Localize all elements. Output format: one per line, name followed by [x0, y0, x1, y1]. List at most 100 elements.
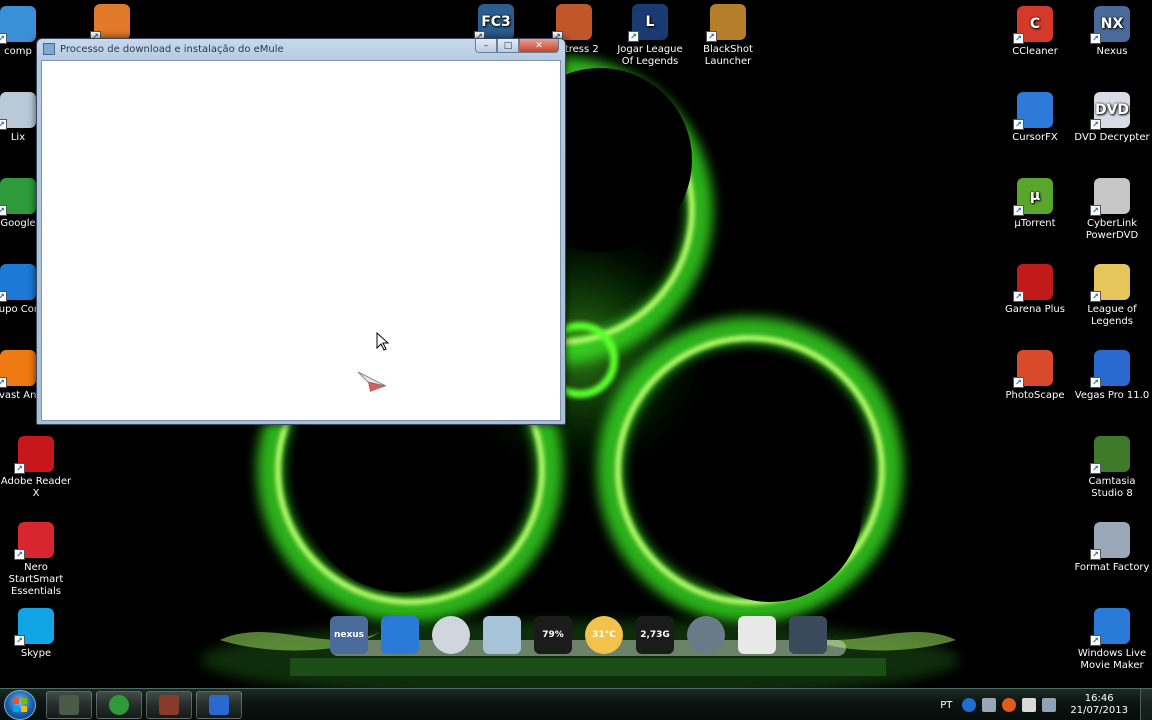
- shortcut-arrow-icon: ↗: [1090, 119, 1101, 130]
- desktop-icon-label: CCleaner: [1012, 46, 1058, 57]
- minimize-button[interactable]: –: [475, 39, 497, 53]
- show-desktop-button[interactable]: [1140, 689, 1152, 720]
- close-button[interactable]: ✕: [519, 39, 559, 53]
- shortcut-arrow-icon: ↗: [0, 291, 7, 302]
- computer-icon: ↗: [0, 6, 36, 44]
- help-icon[interactable]: [962, 698, 977, 712]
- drive-meter-dock-icon[interactable]: 2,73G: [636, 616, 674, 654]
- camtasia-icon: ↗: [1090, 436, 1130, 474]
- utorrent-icon: µ ↗: [1013, 178, 1053, 216]
- desktop-icon-desktop_right_col1-1[interactable]: ↗ CursorFX: [997, 92, 1073, 144]
- desktop-icon-desktop_right_col1-4[interactable]: ↗ PhotoScape: [997, 350, 1073, 402]
- cpu-meter-dock-icon[interactable]: 79%: [534, 616, 572, 654]
- taskbar-app-3[interactable]: [146, 691, 192, 719]
- shortcut-arrow-icon: ↗: [1090, 463, 1101, 474]
- action-center-icon[interactable]: [1022, 698, 1037, 712]
- desktop-icon-label: Vegas Pro 11.0: [1074, 390, 1150, 401]
- taskbar-emule[interactable]: [196, 691, 242, 719]
- desktop-icon-desktop_left-6[interactable]: ↗ Nero StartSmart Essentials: [0, 522, 74, 598]
- clock[interactable]: 16:46 21/07/2013: [1070, 693, 1128, 717]
- dock-item-label: nexus: [333, 630, 365, 640]
- desktop-icon-desktop_right_col2-4[interactable]: ↗ Vegas Pro 11.0: [1074, 350, 1150, 402]
- taskbar-app-1[interactable]: [46, 691, 92, 719]
- avast-icon: ↗: [0, 350, 36, 388]
- clock-date: 21/07/2013: [1070, 705, 1128, 716]
- taskbar-chrome-icon: [109, 695, 129, 715]
- shortcut-arrow-icon: ↗: [1013, 119, 1024, 130]
- shortcut-arrow-icon: ↗: [0, 33, 7, 44]
- network-icon[interactable]: [982, 698, 997, 712]
- window-controls: – □ ✕: [475, 39, 559, 53]
- far-cry-3-icon: FC3 ↗: [474, 4, 514, 42]
- shortcut-arrow-icon: ↗: [0, 119, 7, 130]
- desktop-icon-desktop_left-7[interactable]: ↗ Skype: [0, 608, 74, 660]
- windows-dock-icon[interactable]: [381, 616, 419, 654]
- icon-glyph-text: DVD: [1094, 102, 1130, 118]
- desktop-icon-desktop_right_col2-5[interactable]: ↗ Camtasia Studio 8: [1074, 436, 1150, 500]
- shortcut-arrow-icon: ↗: [628, 31, 639, 42]
- desktop-icon-desktop_left-5[interactable]: ↗ Adobe Reader X: [0, 436, 74, 500]
- shortcut-arrow-icon: ↗: [1090, 549, 1101, 560]
- desktop-icon-desktop_right_col2-3[interactable]: ↗ League of Legends: [1074, 264, 1150, 328]
- mail-dock-icon[interactable]: [738, 616, 776, 654]
- shortcut-arrow-icon: ↗: [706, 31, 717, 42]
- maximize-button[interactable]: □: [497, 39, 519, 53]
- dock-bar: nexus 79% 31°C 2,73G: [210, 596, 966, 686]
- clock-time: 16:46: [1084, 693, 1114, 704]
- shortcut-arrow-icon: ↗: [14, 463, 25, 474]
- desktop-icon-label: Windows Live Movie Maker: [1077, 648, 1147, 671]
- shortcut-arrow-icon: ↗: [1090, 33, 1101, 44]
- desktop-icon-desktop_top-3[interactable]: L ↗ Jogar League Of Legends: [612, 4, 688, 68]
- desktop-icon-desktop_right_col2-2[interactable]: ↗ CyberLink PowerDVD: [1074, 178, 1150, 242]
- clock-dock-icon[interactable]: [432, 616, 470, 654]
- desktop-icon-desktop_right_col2-6[interactable]: ↗ Format Factory: [1074, 522, 1150, 574]
- cursorfx-icon: ↗: [1013, 92, 1053, 130]
- system-tray: PT 16:46 21/07/2013: [940, 689, 1152, 720]
- desktop-icon-label: PhotoScape: [1005, 390, 1065, 401]
- desktop-icon-desktop_right_col2-1[interactable]: DVD ↗ DVD Decrypter: [1074, 92, 1150, 144]
- desktop-icon-label: BlackShot Launcher: [703, 44, 753, 67]
- shortcut-arrow-icon: ↗: [1090, 291, 1101, 302]
- movie-maker-icon: ↗: [1090, 608, 1130, 646]
- window-title: Processo de download e instalação do eMu…: [60, 43, 284, 55]
- taskbar: PT 16:46 21/07/2013: [0, 688, 1152, 720]
- dock-item-label: 79%: [542, 630, 564, 640]
- camera-dock-icon[interactable]: [789, 616, 827, 654]
- desktop-icon-label: Nero StartSmart Essentials: [8, 562, 64, 597]
- shortcut-arrow-icon: ↗: [0, 205, 7, 216]
- weather-dock-icon[interactable]: 31°C: [585, 616, 623, 654]
- shortcut-arrow-icon: ↗: [1013, 291, 1024, 302]
- recycle-bin-dock-icon[interactable]: [483, 616, 521, 654]
- recycle-bin-icon: ↗: [0, 92, 36, 130]
- desktop-icon-desktop_right_col1-2[interactable]: µ ↗ µTorrent: [997, 178, 1073, 230]
- desktop-icon-desktop_right_col1-0[interactable]: C ↗ CCleaner: [997, 6, 1073, 58]
- nexus-dock-icon[interactable]: nexus: [330, 616, 368, 654]
- team-fortress-icon: ↗: [552, 4, 592, 42]
- desktop-icon-label: CyberLink PowerDVD: [1085, 218, 1139, 241]
- start-button[interactable]: [4, 690, 36, 720]
- app-icon: [43, 43, 55, 55]
- desktop-icon-desktop_right_col1-3[interactable]: ↗ Garena Plus: [997, 264, 1073, 316]
- icon-glyph-text: C: [1029, 16, 1041, 32]
- photoscape-icon: ↗: [1013, 350, 1053, 388]
- desktop-icon-label: Adobe Reader X: [0, 476, 72, 499]
- desktop-icon-desktop_top-4[interactable]: ↗ BlackShot Launcher: [690, 4, 766, 68]
- avast-tray-icon[interactable]: [1002, 698, 1017, 712]
- shortcut-arrow-icon: ↗: [1013, 205, 1024, 216]
- desktop-icon-label: Camtasia Studio 8: [1088, 476, 1136, 499]
- icon-glyph-text: NX: [1100, 16, 1124, 32]
- desktop-icon-label: Jogar League Of Legends: [617, 44, 683, 67]
- emule-install-window[interactable]: Processo de download e instalação do eMu…: [36, 38, 566, 425]
- ccleaner-icon: C ↗: [1013, 6, 1053, 44]
- format-factory-icon: ↗: [1090, 522, 1130, 560]
- desktop-icon-label: Nexus: [1096, 46, 1128, 57]
- dock-item-label: 31°C: [592, 630, 616, 640]
- desktop-icon-desktop_right_col2-0[interactable]: NX ↗ Nexus: [1074, 6, 1150, 58]
- garena-icon: ↗: [1013, 264, 1053, 302]
- shortcut-arrow-icon: ↗: [0, 377, 7, 388]
- globe-dock-icon[interactable]: [687, 616, 725, 654]
- desktop-icon-desktop_right_col2-7[interactable]: ↗ Windows Live Movie Maker: [1074, 608, 1150, 672]
- volume-icon[interactable]: [1042, 698, 1057, 712]
- taskbar-chrome[interactable]: [96, 691, 142, 719]
- language-indicator[interactable]: PT: [940, 700, 952, 711]
